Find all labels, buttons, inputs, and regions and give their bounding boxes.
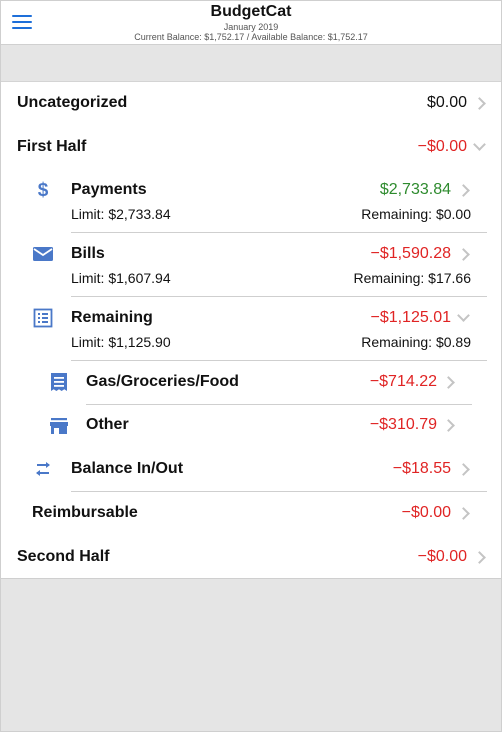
month-label: January 2019 <box>223 22 279 32</box>
app-title: BudgetCat <box>210 3 292 20</box>
category-list: Uncategorized $0.00 First Half −$0.00 $ … <box>1 82 501 579</box>
chevron-right-icon <box>457 507 470 520</box>
remaining-label: Remaining: $17.66 <box>353 270 471 286</box>
dollar-icon: $ <box>38 180 49 200</box>
remaining-label: Remaining: $0.89 <box>361 334 471 350</box>
category-row-remaining[interactable]: Remaining −$1,125.01 Limit: $1,125.90 Re… <box>1 297 501 360</box>
remaining-label: Remaining: $0.00 <box>361 206 471 222</box>
chevron-right-icon <box>473 97 486 110</box>
chevron-right-icon <box>457 184 470 197</box>
category-row-balance-in-out[interactable]: Balance In/Out −$18.55 <box>1 447 501 491</box>
balance-summary: Current Balance: $1,752.17 / Available B… <box>134 32 368 42</box>
list-icon <box>33 308 53 328</box>
category-amount: −$0.00 <box>417 138 467 155</box>
category-label: Second Half <box>17 548 110 565</box>
category-row-reimbursable[interactable]: Reimbursable −$0.00 <box>1 492 501 535</box>
category-amount: −$714.22 <box>369 373 437 390</box>
chevron-right-icon <box>442 419 455 432</box>
chevron-down-icon <box>457 309 470 322</box>
category-amount: −$1,125.01 <box>370 309 451 326</box>
category-label: Bills <box>71 245 105 262</box>
category-amount: −$18.55 <box>392 460 451 477</box>
category-row-uncategorized[interactable]: Uncategorized $0.00 <box>1 82 501 126</box>
category-row-bills[interactable]: Bills −$1,590.28 Limit: $1,607.94 Remain… <box>1 233 501 296</box>
chevron-right-icon <box>442 376 455 389</box>
category-label: Other <box>86 416 129 433</box>
category-row-other[interactable]: Other −$310.79 <box>1 405 501 447</box>
chevron-right-icon <box>473 551 486 564</box>
limit-label: Limit: $1,125.90 <box>71 334 171 350</box>
category-amount: −$0.00 <box>401 504 451 521</box>
category-row-first-half[interactable]: First Half −$0.00 <box>1 126 501 170</box>
category-label: Reimbursable <box>32 504 138 521</box>
chevron-right-icon <box>457 248 470 261</box>
toolbar-spacer <box>1 45 501 82</box>
store-icon <box>50 418 68 434</box>
swap-arrows-icon <box>36 462 50 476</box>
app-header: BudgetCat January 2019 Current Balance: … <box>1 1 501 45</box>
category-label: Balance In/Out <box>71 460 184 477</box>
receipt-icon <box>51 373 67 391</box>
category-row-gas-groceries-food[interactable]: Gas/Groceries/Food −$714.22 <box>1 361 501 404</box>
chevron-down-icon <box>473 138 486 151</box>
category-amount: −$310.79 <box>369 416 437 433</box>
category-label: Payments <box>71 181 147 198</box>
limit-label: Limit: $1,607.94 <box>71 270 171 286</box>
category-amount: $2,733.84 <box>379 181 451 198</box>
category-row-payments[interactable]: $ Payments $2,733.84 Limit: $2,733.84 Re… <box>1 170 501 232</box>
category-label: First Half <box>17 138 87 155</box>
category-label: Remaining <box>71 309 153 326</box>
chevron-right-icon <box>457 463 470 476</box>
envelope-icon <box>33 247 53 261</box>
category-amount: −$0.00 <box>417 548 467 565</box>
category-amount: −$1,590.28 <box>370 245 451 262</box>
category-amount: $0.00 <box>426 94 467 111</box>
category-label: Uncategorized <box>17 94 128 111</box>
category-label: Gas/Groceries/Food <box>86 373 239 390</box>
svg-text:$: $ <box>38 180 49 200</box>
category-row-second-half[interactable]: Second Half −$0.00 <box>1 535 501 578</box>
limit-label: Limit: $2,733.84 <box>71 206 171 222</box>
